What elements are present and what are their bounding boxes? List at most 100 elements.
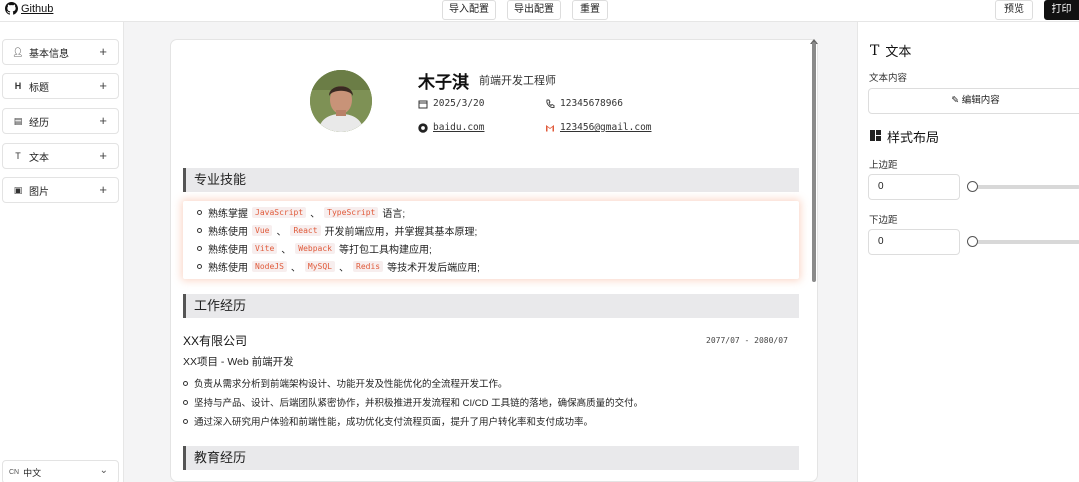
skill-code: JavaScript xyxy=(252,207,307,218)
skill-code: MySQL xyxy=(304,261,335,272)
skill-line: 熟练使用 NodeJS 、 MySQL 、 Redis 等技术开发后端应用; xyxy=(197,259,480,274)
company-name: XX有限公司 xyxy=(183,334,248,348)
email-info[interactable]: 123456@gmail.com xyxy=(545,122,652,133)
sidebar-item-label: 图片 xyxy=(29,186,49,198)
bottom-margin-slider[interactable] xyxy=(967,236,1079,247)
work-item: 坚持与产品、设计、后端团队紧密协作，并积极推进开发流程和 CI/CD 工具链的落… xyxy=(183,395,643,409)
bullet-icon xyxy=(197,246,202,251)
import-config-button[interactable]: 导入配置 xyxy=(442,0,496,20)
panel-title-label: 文本 xyxy=(885,44,912,59)
skill-text: 熟练掌握 xyxy=(208,209,248,220)
avatar[interactable] xyxy=(310,70,372,132)
sidebar-item-text[interactable]: T 文本 + xyxy=(2,143,119,169)
plus-icon[interactable]: + xyxy=(99,148,107,163)
birth-info: 2025/3/20 xyxy=(418,98,484,109)
bullet-icon xyxy=(197,228,202,233)
skill-line: 熟练掌握 JavaScript 、 TypeScript 语言; xyxy=(197,205,405,220)
github-label: Github xyxy=(21,2,54,15)
website-info[interactable]: baidu.com xyxy=(418,122,484,133)
reset-button[interactable]: 重置 xyxy=(572,0,608,20)
work-item-text: 坚持与产品、设计、后端团队紧密协作，并积极推进开发流程和 CI/CD 工具链的落… xyxy=(194,398,644,409)
panel-title-layout: 样式布局 xyxy=(870,127,939,146)
plus-icon[interactable]: + xyxy=(99,182,107,197)
edit-icon: ✎ xyxy=(951,95,960,106)
scrollbar-thumb[interactable] xyxy=(812,42,816,282)
chevron-down-icon: ⌄ xyxy=(99,465,108,476)
user-icon: 👤︎ xyxy=(12,46,24,57)
sidebar-item-basic-info[interactable]: 👤︎ 基本信息 + xyxy=(2,39,119,65)
bottom-margin-input[interactable]: 0 xyxy=(868,229,960,255)
skill-code: TypeScript xyxy=(324,207,379,218)
skill-sep: 、 xyxy=(339,263,349,274)
section-title-education[interactable]: 教育经历 xyxy=(183,446,799,470)
phone-info: 12345678966 xyxy=(545,98,623,109)
work-item: 负责从需求分析到前端架构设计、功能开发及性能优化的全流程开发工作。 xyxy=(183,376,508,390)
skill-sep: 、 xyxy=(276,227,287,238)
language-code: CN xyxy=(9,468,20,476)
image-icon: ▣ xyxy=(13,184,23,195)
plus-icon[interactable]: + xyxy=(99,78,107,93)
sidebar-item-image[interactable]: ▣ 图片 + xyxy=(2,177,119,203)
print-button[interactable]: 打印 xyxy=(1044,0,1079,20)
language-label: 中文 xyxy=(23,467,42,478)
website-link[interactable]: baidu.com xyxy=(433,122,484,133)
skill-code: NodeJS xyxy=(252,261,287,272)
sidebar-item-experience[interactable]: ▤ 经历 + xyxy=(2,108,119,134)
resume-name: 木子淇 xyxy=(418,73,469,92)
sidebar-item-heading[interactable]: H 标题 + xyxy=(2,73,119,99)
plus-icon[interactable]: + xyxy=(99,113,107,128)
content-label: 文本内容 xyxy=(869,73,908,84)
work-item-text: 通过深入研究用户体验和前端性能，成功优化支付流程页面，提升了用户转化率和支付成功… xyxy=(194,417,594,428)
skill-line: 熟练使用 Vite 、 Webpack 等打包工具构建应用; xyxy=(197,241,432,256)
layout-icon xyxy=(870,129,881,144)
phone-icon xyxy=(545,99,555,109)
panel-title-label: 样式布局 xyxy=(887,130,940,145)
phone-number: 12345678966 xyxy=(560,98,623,109)
bullet-icon xyxy=(183,380,188,386)
birth-date: 2025/3/20 xyxy=(433,98,485,109)
work-item: 通过深入研究用户体验和前端性能，成功优化支付流程页面，提升了用户转化率和支付成功… xyxy=(183,414,593,428)
sidebar-item-label: 基本信息 xyxy=(29,48,69,60)
project-title: XX项目 - Web 前端开发 xyxy=(183,356,294,368)
slider-thumb[interactable] xyxy=(967,181,978,192)
skills-block[interactable]: 熟练掌握 JavaScript 、 TypeScript 语言; 熟练使用 Vu… xyxy=(183,201,799,279)
top-margin-slider[interactable] xyxy=(967,181,1079,192)
edit-content-label: 编辑内容 xyxy=(961,95,1000,106)
top-margin-input[interactable]: 0 xyxy=(868,174,960,200)
slider-thumb[interactable] xyxy=(967,236,978,247)
language-select[interactable]: CN 中文 ⌄ xyxy=(2,460,119,482)
email-link[interactable]: 123456@gmail.com xyxy=(560,122,652,133)
skill-text: 等技术开发后端应用; xyxy=(387,263,480,274)
sidebar-item-label: 文本 xyxy=(29,152,49,164)
heading-icon: H xyxy=(14,81,22,91)
skill-text: 熟练使用 xyxy=(208,263,248,274)
plus-icon[interactable]: + xyxy=(99,44,107,59)
sidebar-item-label: 标题 xyxy=(29,82,49,94)
panel-title-text: T 文本 xyxy=(870,41,911,60)
github-icon xyxy=(5,2,18,15)
skill-sep: 、 xyxy=(281,245,292,256)
resume-role: 前端开发工程师 xyxy=(479,75,556,87)
section-title-skills[interactable]: 专业技能 xyxy=(183,168,799,192)
briefcase-icon: ▤ xyxy=(13,115,23,126)
skill-code: Vite xyxy=(252,243,278,254)
skill-code: React xyxy=(290,225,321,236)
skill-sep: 、 xyxy=(290,263,301,274)
export-config-button[interactable]: 导出配置 xyxy=(507,0,561,20)
preview-button[interactable]: 预览 xyxy=(995,0,1033,20)
resume-paper: 木子淇 前端开发工程师 2025/3/20 12345678966 baidu.… xyxy=(170,39,818,482)
skill-code: Redis xyxy=(353,261,384,272)
bullet-icon xyxy=(183,399,188,405)
skill-line: 熟练使用 Vue 、 React 开发前端应用，并掌握其基本原理; xyxy=(197,223,477,238)
github-link[interactable]: Github xyxy=(5,2,53,15)
bullet-icon xyxy=(197,210,202,215)
work-item-text: 负责从需求分析到前端架构设计、功能开发及性能优化的全流程开发工作。 xyxy=(194,379,508,390)
github-icon xyxy=(418,122,428,133)
bullet-icon xyxy=(183,418,188,424)
edit-content-button[interactable]: ✎ 编辑内容 xyxy=(868,88,1079,114)
section-title-work[interactable]: 工作经历 xyxy=(183,294,799,318)
left-sidebar: 👤︎ 基本信息 + H 标题 + ▤ 经历 + T 文本 + ▣ 图片 + CN… xyxy=(0,22,124,482)
top-bar: Github 导入配置 导出配置 重置 预览 打印 xyxy=(0,0,1079,22)
properties-panel: T 文本 文本内容 ✎ 编辑内容 样式布局 上边距 0 下边距 0 xyxy=(857,22,1079,482)
sidebar-item-label: 经历 xyxy=(29,117,49,129)
